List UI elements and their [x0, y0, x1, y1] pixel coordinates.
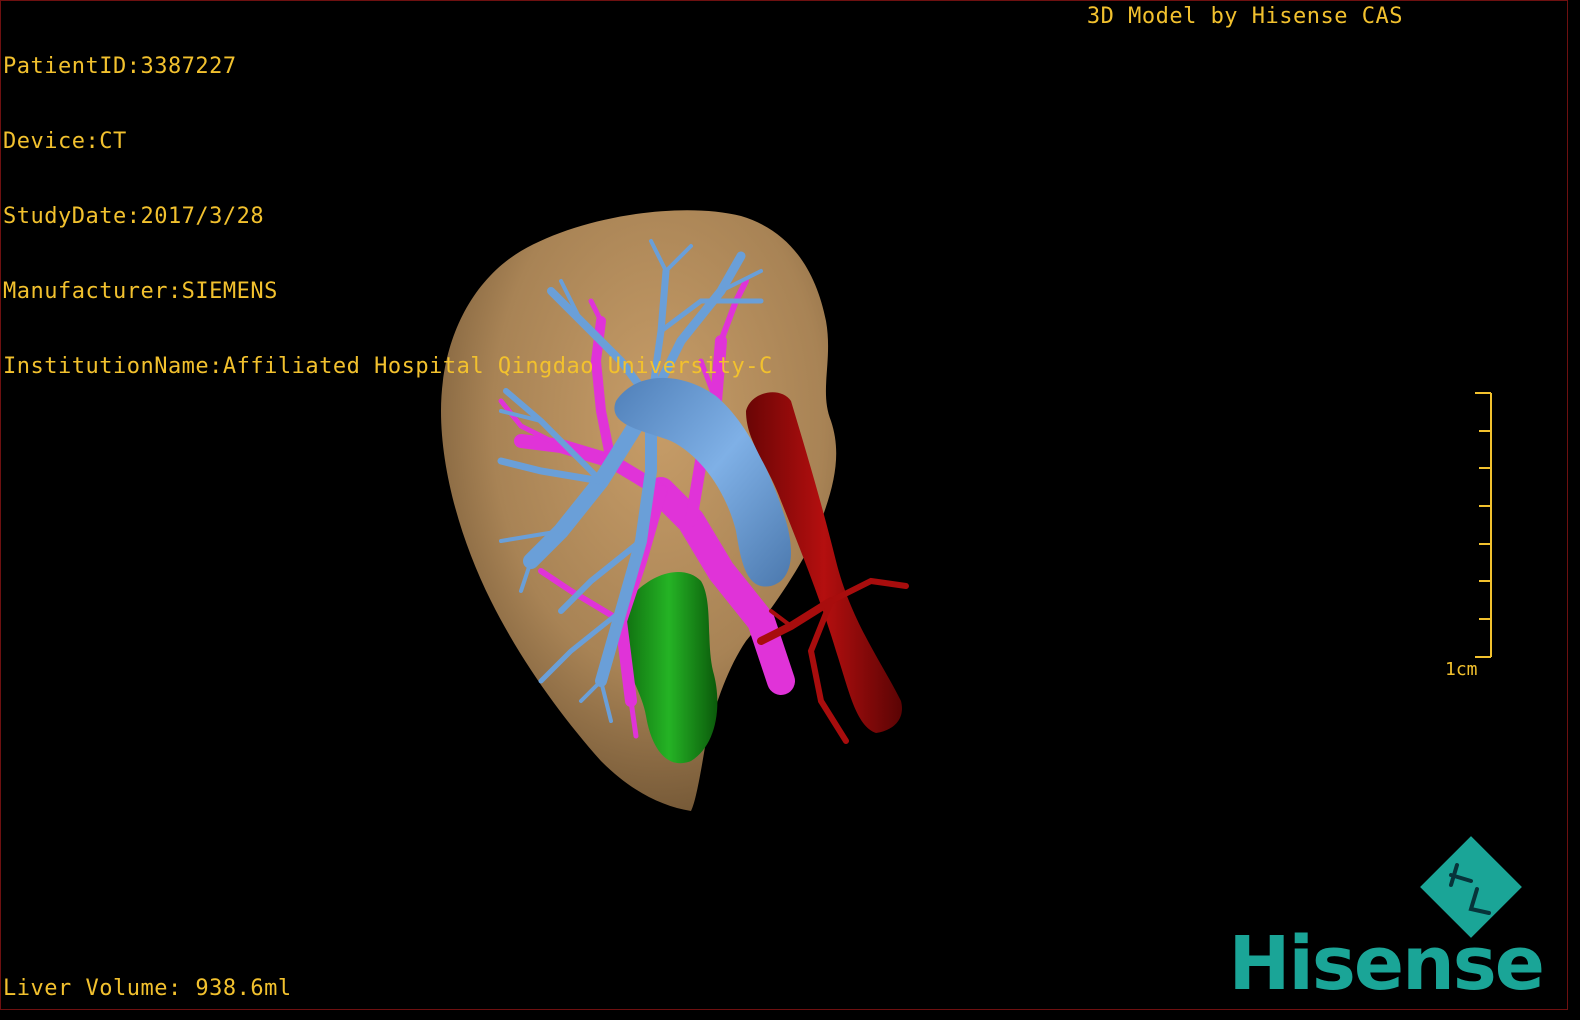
scale-bar-label: 1cm — [1445, 659, 1478, 680]
study-metadata: PatientID:3387227 Device:CT StudyDate:20… — [3, 4, 773, 429]
app-title: 3D Model by Hisense CAS — [1086, 4, 1403, 29]
manufacturer: Manufacturer:SIEMENS — [3, 279, 278, 304]
institution-name: InstitutionName:Affiliated Hospital Qing… — [3, 354, 773, 379]
patient-id: PatientID:3387227 — [3, 54, 237, 79]
scale-bar — [1475, 392, 1492, 658]
device: Device:CT — [3, 129, 127, 154]
study-date: StudyDate:2017/3/28 — [3, 204, 265, 229]
3d-viewport[interactable]: PatientID:3387227 Device:CT StudyDate:20… — [0, 0, 1568, 1010]
hisense-brand-logo: Hisense — [1228, 921, 1545, 1007]
liver-volume-readout: Liver Volume: 938.6ml — [3, 976, 292, 1001]
